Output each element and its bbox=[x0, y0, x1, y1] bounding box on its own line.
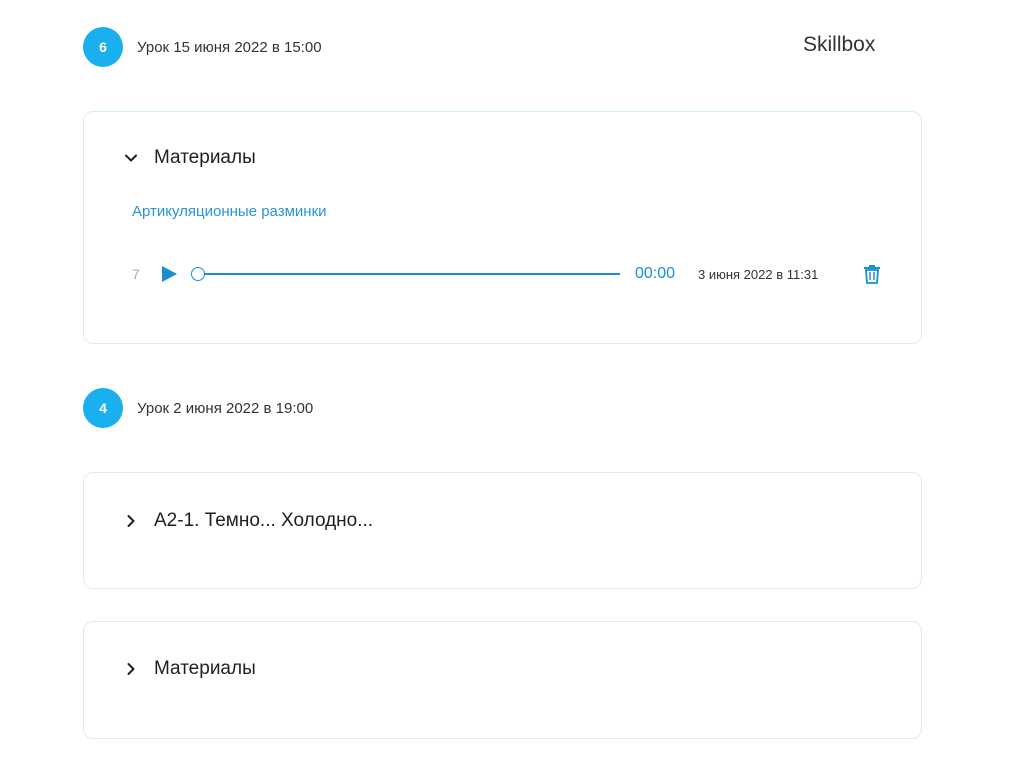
materials-toggle[interactable]: Материалы bbox=[124, 147, 256, 169]
delete-button[interactable] bbox=[863, 264, 881, 284]
lesson-number-badge: 4 bbox=[83, 388, 123, 428]
progress-track[interactable] bbox=[192, 273, 620, 275]
chevron-right-icon bbox=[124, 514, 138, 528]
brand-name: Skillbox bbox=[803, 33, 876, 56]
chevron-down-icon bbox=[124, 151, 138, 165]
trash-icon bbox=[864, 265, 880, 284]
lesson-header: 4 Урок 2 июня 2022 в 19:00 bbox=[83, 388, 313, 428]
lesson-date: Урок 15 июня 2022 в 15:00 bbox=[137, 38, 322, 56]
progress-knob[interactable] bbox=[191, 267, 205, 281]
lesson-header: 6 Урок 15 июня 2022 в 15:00 bbox=[83, 27, 322, 67]
material-link[interactable]: Артикуляционные разминки bbox=[132, 203, 327, 220]
lesson-feed: 6 Урок 15 июня 2022 в 15:00 Skillbox Мат… bbox=[0, 0, 1024, 768]
lesson-topic-card: А2-1. Темно... Холодно... bbox=[83, 472, 922, 589]
track-number: 7 bbox=[132, 266, 140, 282]
lesson-date: Урок 2 июня 2022 в 19:00 bbox=[137, 399, 314, 417]
lesson-number-badge: 6 bbox=[83, 27, 123, 67]
lesson-topic-toggle[interactable]: А2-1. Темно... Холодно... bbox=[124, 510, 373, 532]
materials-card: Материалы Артикуляционные разминки 7 00:… bbox=[83, 111, 922, 344]
upload-date: 3 июня 2022 в 11:31 bbox=[698, 267, 819, 282]
time-readout: 00:00 bbox=[635, 265, 676, 282]
play-icon bbox=[162, 266, 177, 282]
card-title: А2-1. Темно... Холодно... bbox=[154, 510, 374, 531]
materials-card: Материалы bbox=[83, 621, 922, 739]
card-title: Материалы bbox=[154, 658, 256, 679]
chevron-right-icon bbox=[124, 662, 138, 676]
materials-toggle[interactable]: Материалы bbox=[124, 658, 256, 680]
play-button[interactable] bbox=[160, 265, 178, 283]
card-title: Материалы bbox=[154, 147, 256, 168]
audio-player: 7 00:00 3 июня 2022 в 11:31 bbox=[132, 260, 892, 288]
